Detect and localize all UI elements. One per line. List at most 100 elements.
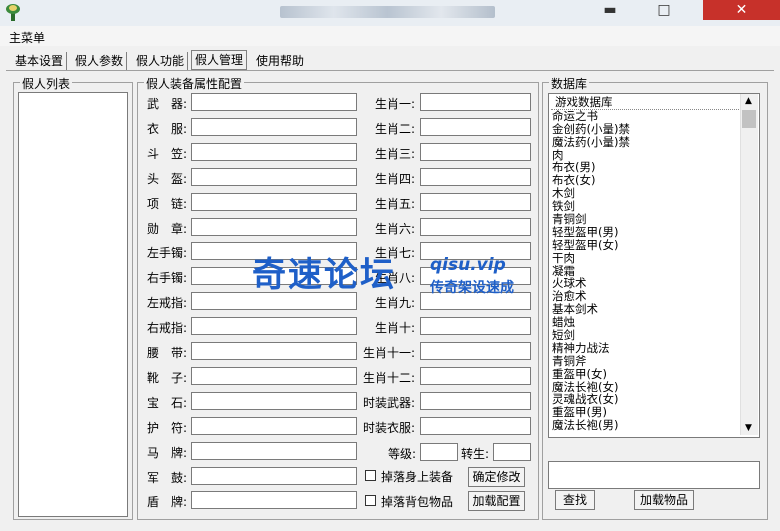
rebirth-label: 转生: [461,447,490,461]
equip-right-input[interactable] [420,142,531,161]
equip-config-title: 假人装备属性配置 [144,75,245,92]
equip-left-input[interactable] [191,342,357,360]
confirm-button[interactable]: 确定修改 [468,467,525,487]
equip-left-input[interactable] [191,366,357,385]
search-input[interactable] [548,461,760,489]
tab-bot-params[interactable]: 假人参数 [72,52,128,70]
scroll-up-icon[interactable]: ▲ [745,96,752,106]
equip-left-label: 护 符: [147,420,188,435]
watermark-logo: 奇速论坛 [252,255,396,295]
database-list-item[interactable]: 基本剑术 [549,303,759,316]
scroll-thumb[interactable] [742,110,756,128]
equip-right-input[interactable] [420,167,531,186]
maximize-button[interactable]: □ [650,0,678,20]
equip-left-label: 盾 牌: [147,495,188,510]
equip-right-label: 生肖三: [375,146,416,161]
equip-left-label: 头 盔: [147,171,188,186]
menu-main[interactable]: 主菜单 [9,29,45,46]
level-input[interactable] [420,443,458,461]
equip-right-input[interactable] [420,366,531,385]
equip-right-input[interactable] [420,416,531,435]
equip-left-label: 项 链: [147,196,188,211]
database-list-item[interactable]: 轻型盔甲(女) [549,238,759,252]
drop-bag-label: 掉落背包物品 [381,495,454,509]
tab-divider [6,70,774,71]
tab-help[interactable]: 使用帮助 [253,52,307,70]
equip-right-input[interactable] [420,117,531,136]
equip-left-input[interactable] [191,466,357,485]
equip-right-input[interactable] [420,192,531,211]
drop-body-checkbox[interactable] [365,470,376,481]
equip-right-label: 时装衣服: [363,420,416,435]
equip-left-label: 军 鼓: [147,470,188,485]
equip-left-input[interactable] [191,416,357,435]
equip-right-input[interactable] [420,342,531,360]
equip-right-input[interactable] [420,93,531,111]
database-list-item[interactable]: 青铜斧 [549,354,759,368]
rebirth-input[interactable] [493,443,531,461]
equip-left-input[interactable] [191,217,357,236]
database-list-item[interactable]: 金创药(小量)禁 [549,122,759,136]
equip-right-input[interactable] [420,217,531,236]
bot-list[interactable] [18,92,128,517]
scroll-down-icon[interactable]: ▼ [745,423,752,433]
database-list-item[interactable]: 命运之书 [549,109,759,123]
tab-bot-functions[interactable]: 假人功能 [133,52,189,70]
equip-left-label: 宝 石: [147,395,188,410]
equip-left-input[interactable] [191,142,357,161]
database-list-item[interactable]: 青铜剑 [549,213,759,226]
database-list-item[interactable]: 魔法长袍(男) [549,419,759,432]
database-scrollbar[interactable]: ▲ ▼ [740,94,758,435]
bot-list-title: 假人列表 [20,75,73,92]
database-list[interactable]: 游戏数据库 命运之书 金创药(小量)禁 魔法药(小量)禁肉布衣(男) 布衣(女) 木剑铁… [548,93,760,438]
equip-left-label: 左戒指: [147,296,188,311]
equip-left-input[interactable] [191,192,357,211]
equip-left-label: 右戒指: [147,321,188,336]
level-label: 等级: [388,447,417,461]
database-items: 命运之书 金创药(小量)禁 魔法药(小量)禁肉布衣(男) 布衣(女) 木剑 铁剑 青铜剑 轻型… [549,109,759,432]
equip-right-label: 生肖六: [375,221,416,236]
equip-left-input[interactable] [191,491,357,510]
equip-right-label: 生肖二: [375,121,416,136]
database-list-item[interactable]: 布衣(女) [549,174,759,187]
load-config-button[interactable]: 加载配置 [468,491,525,511]
equip-left-label: 武 器: [147,97,188,111]
equip-left-label: 勋 章: [147,221,188,236]
equip-right-label: 生肖十二: [363,370,416,385]
minimize-button[interactable]: ▬ [596,0,624,20]
tab-bot-management[interactable]: 假人管理 [191,50,248,70]
equip-right-label: 生肖一: [375,97,416,111]
equip-left-label: 左手镯: [147,246,188,261]
equip-right-label: 生肖十: [375,321,416,336]
equip-left-input[interactable] [191,93,357,111]
equip-left-input[interactable] [191,167,357,186]
menu-bar [0,26,780,46]
database-list-item[interactable]: 干肉 [549,251,759,265]
database-list-item[interactable]: 魔法药(小量)禁 [549,135,759,149]
equip-left-label: 右手镯: [147,271,188,286]
load-items-button[interactable]: 加载物品 [634,490,694,510]
drop-bag-checkbox[interactable] [365,495,376,506]
equip-left-label: 斗 笠: [147,146,188,161]
equip-left-input[interactable] [191,317,357,336]
database-list-item[interactable]: 蜡烛 [549,316,759,329]
equip-right-input[interactable] [420,317,531,336]
database-list-item[interactable]: 精神力战法 [549,342,759,355]
close-button[interactable]: ✕ [703,0,780,20]
equip-right-input[interactable] [420,391,531,410]
equip-left-label: 衣 服: [147,121,188,136]
database-header[interactable]: 游戏数据库 [551,96,739,110]
equip-left-label: 马 牌: [147,445,188,460]
watermark-url: qisu.vip [430,255,506,275]
equip-left-input[interactable] [191,391,357,410]
database-list-item[interactable]: 重盔甲(女) [549,367,759,381]
search-button[interactable]: 查找 [555,490,595,510]
database-list-item[interactable]: 轻型盔甲(男) [549,226,759,239]
tab-basic-settings[interactable]: 基本设置 [12,52,68,70]
database-list-item[interactable]: 木剑 [549,187,759,200]
database-list-item[interactable]: 短剑 [549,329,759,342]
equip-left-input[interactable] [191,441,357,460]
equip-left-input[interactable] [191,117,357,136]
drop-body-label: 掉落身上装备 [381,470,454,484]
watermark-slogan: 传奇架设速成 [430,280,514,296]
